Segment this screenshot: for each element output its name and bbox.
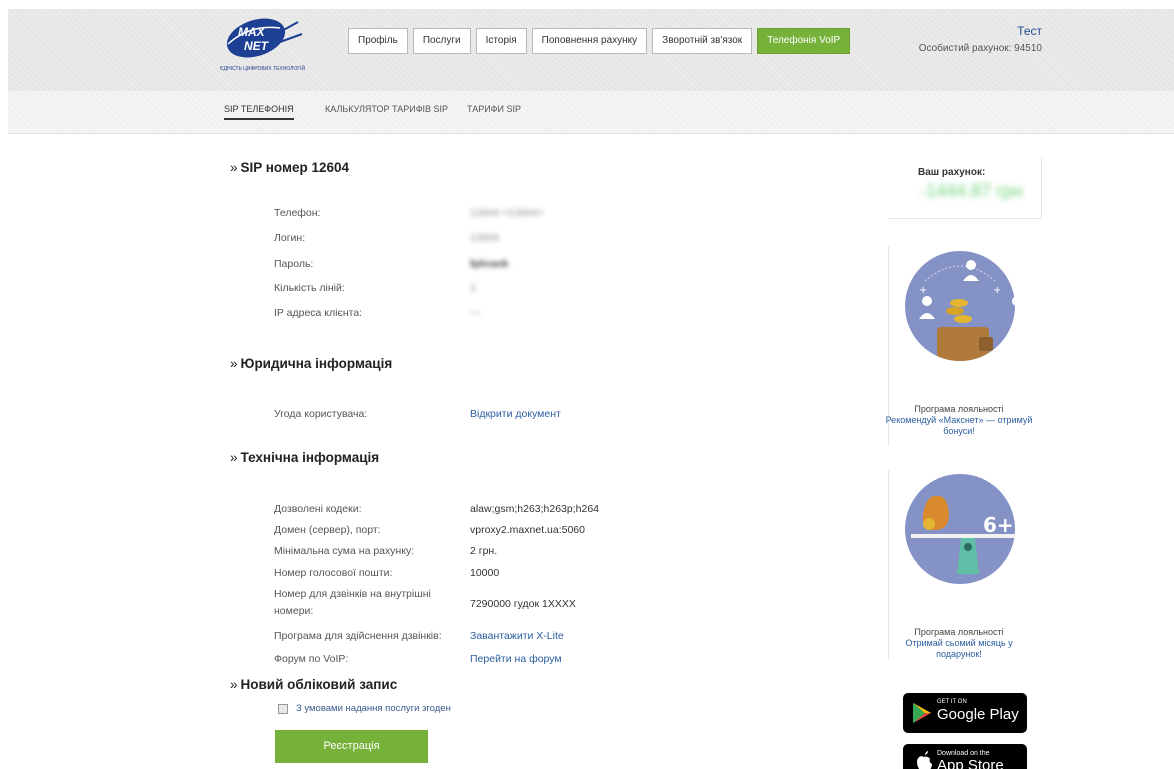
user-name[interactable]: Тест xyxy=(1017,24,1042,38)
sip-lines-value: 2 xyxy=(470,282,476,294)
tab-sip-calculator[interactable]: КАЛЬКУЛЯТОР ТАРИФІВ SIP xyxy=(325,104,448,114)
nav-topup-button[interactable]: Поповнення рахунку xyxy=(531,28,648,54)
svg-text:NET: NET xyxy=(244,39,270,53)
top-navigation: Профіль Послуги Історія Поповнення рахун… xyxy=(348,28,855,54)
codecs-label: Дозволені кодеки: xyxy=(274,503,362,515)
svg-text:+: + xyxy=(919,285,927,296)
six-plus-one-badge: 6+1 xyxy=(983,513,1015,537)
app-store-badge[interactable]: Download on the App Store xyxy=(903,744,1027,769)
nav-history-button[interactable]: Історія xyxy=(475,28,527,54)
tech-section-title: » Технічна інформація xyxy=(230,450,380,465)
open-document-link[interactable]: Відкрити документ xyxy=(470,408,561,420)
promo1-title: Програма лояльності xyxy=(914,404,1004,414)
sip-login-value: 12604 xyxy=(470,232,500,244)
new-account-section-title: » Новий обліковий запис xyxy=(230,677,398,692)
domain-port-label: Домен (сервер), порт: xyxy=(274,524,381,536)
voip-forum-link[interactable]: Перейти на форум xyxy=(470,653,562,665)
sip-lines-label: Кількість ліній: xyxy=(274,282,345,294)
sip-ip-label: IP адреса клієнта: xyxy=(274,307,363,319)
logo-tagline: ЄДНІСТЬ ЦИФРОВИХ ТЕХНОЛОГІЙ xyxy=(220,66,306,72)
nav-profile-button[interactable]: Профіль xyxy=(348,28,408,54)
google-play-icon xyxy=(913,703,931,723)
legal-section-title: » Юридична інформація xyxy=(230,356,393,371)
promo1-link[interactable]: Рекомендуй «Макснет» — отримуй бонуси! xyxy=(884,415,1034,437)
nav-services-button[interactable]: Послуги xyxy=(412,28,471,54)
agree-checkbox[interactable] xyxy=(278,703,288,714)
account-balance-box: Ваш рахунок: -1444.87 грн xyxy=(888,157,1042,219)
logo-icon: MAX NET xyxy=(226,18,303,58)
google-play-badge[interactable]: GET IT ON Google Play xyxy=(903,693,1027,733)
app-store-small-text: Download on the xyxy=(937,750,990,757)
promo-seventh-month-image[interactable]: 6+1 xyxy=(905,474,1015,584)
sip-password-value: fphrank xyxy=(470,258,509,270)
nav-feedback-button[interactable]: Зворотній зв'язок xyxy=(652,28,753,54)
nav-voip-button[interactable]: Телефонія VoIP xyxy=(757,28,851,54)
promo-referral-image[interactable]: + + xyxy=(905,251,1015,361)
sip-ip-value: — xyxy=(470,306,481,318)
account-balance-label: Ваш рахунок: xyxy=(918,167,986,178)
account-balance-value: -1444.87 грн xyxy=(920,181,1023,201)
sip-password-label: Пароль: xyxy=(274,258,314,270)
call-software-label: Програма для здійснення дзвінків: xyxy=(274,630,442,642)
google-play-big-text: Google Play xyxy=(937,706,1019,723)
voip-forum-label: Форум по VoIP: xyxy=(274,653,349,665)
promo2-link[interactable]: Отримай сьомий місяць у подарунок! xyxy=(884,638,1034,660)
codecs-value: alaw;gsm;h263;h263p;h264 xyxy=(470,503,600,515)
google-play-small-text: GET IT ON xyxy=(937,699,967,705)
internal-calls-label: Номер для дзвінків на внутрішні номери: xyxy=(274,588,431,617)
wallet-coins-icon: + + xyxy=(919,260,1015,361)
svg-text:MAX: MAX xyxy=(238,25,266,39)
voicemail-label: Номер голосової пошти: xyxy=(274,567,393,579)
min-balance-label: Мінімальна сума на рахунку: xyxy=(274,545,415,557)
sip-login-label: Логин: xyxy=(274,232,306,244)
tab-sip-tariffs[interactable]: ТАРИФИ SIP xyxy=(467,104,521,114)
tab-sip-telephony[interactable]: SIP ТЕЛЕФОНІЯ xyxy=(224,104,294,120)
scales-money-icon: 6+1 xyxy=(911,495,1015,574)
sub-navigation: SIP ТЕЛЕФОНІЯ КАЛЬКУЛЯТОР ТАРИФІВ SIP ТА… xyxy=(8,91,1174,134)
svg-text:+: + xyxy=(993,285,1001,296)
voicemail-value: 10000 xyxy=(470,567,500,579)
sip-phone-label: Телефон: xyxy=(274,207,321,219)
promo2-title: Програма лояльності xyxy=(914,627,1004,637)
app-store-big-text: App Store xyxy=(937,757,1004,769)
register-button[interactable]: Реєстрація xyxy=(275,730,428,763)
internal-calls-value: 7290000 гудок 1XXXX xyxy=(470,598,576,610)
agree-terms[interactable]: З умовами надання послуги згоден xyxy=(278,703,451,714)
user-agreement-label: Угода користувача: xyxy=(274,408,368,420)
sip-phone-value: 12604 <12604> xyxy=(470,207,544,219)
sip-section-title: » SIP номер 12604 xyxy=(230,160,350,175)
apple-icon xyxy=(917,751,932,769)
min-balance-value: 2 грн. xyxy=(470,545,498,557)
domain-port-value: vproxy2.maxnet.ua:5060 xyxy=(470,524,585,536)
download-xlite-link[interactable]: Завантажити X-Lite xyxy=(470,630,564,642)
agree-label[interactable]: З умовами надання послуги згоден xyxy=(296,703,451,714)
maxnet-logo[interactable]: MAX NET ЄДНІСТЬ ЦИФРОВИХ ТЕХНОЛОГІЙ xyxy=(220,14,320,78)
user-account-number: Особистий рахунок: 94510 xyxy=(918,43,1042,54)
